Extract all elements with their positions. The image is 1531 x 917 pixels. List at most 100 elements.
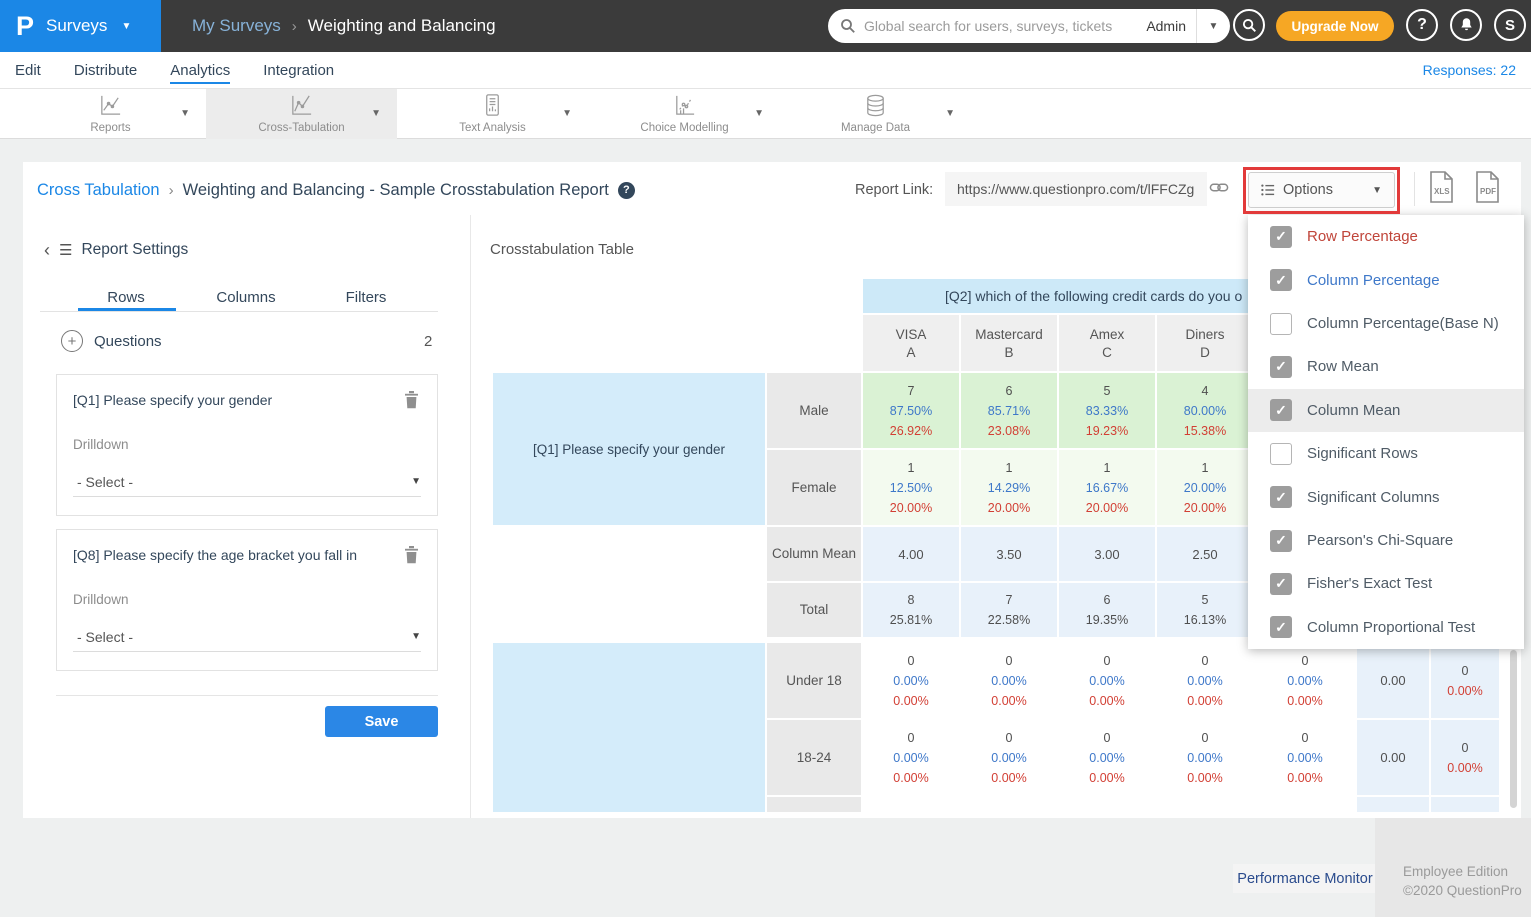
performance-monitor-link[interactable]: Performance Monitor [1233, 864, 1377, 893]
option-column-percentage[interactable]: Column Percentage [1248, 258, 1524, 301]
report-title: Weighting and Balancing - Sample Crossta… [183, 181, 609, 200]
toolbar-cross-tabulation[interactable]: Cross-Tabulation ▼ [206, 89, 397, 139]
table-cell: 3.00 [1059, 527, 1155, 581]
option-row-mean[interactable]: Row Mean [1248, 345, 1524, 388]
export-xls-button[interactable]: XLS [1428, 170, 1455, 204]
questions-count: 2 [424, 333, 432, 350]
delete-question-button[interactable] [404, 391, 419, 409]
survey-nav-bar: Edit Distribute Analytics Integration Re… [0, 52, 1531, 89]
upgrade-now-button[interactable]: Upgrade Now [1276, 11, 1394, 41]
questions-label: Questions [94, 333, 162, 350]
option-significant-columns[interactable]: Significant Columns [1248, 475, 1524, 518]
search-scope-dropdown[interactable]: ▼ [1196, 9, 1230, 43]
svg-text:PDF: PDF [1480, 187, 1496, 196]
save-button[interactable]: Save [325, 706, 438, 737]
table-cell: 00.00%0.00% [1059, 720, 1155, 795]
report-breadcrumb: Cross Tabulation › Weighting and Balanci… [37, 179, 635, 201]
row-header-under-18: Under 18 [767, 643, 861, 718]
search-submit-button[interactable] [1233, 9, 1265, 41]
toolbar-text-analysis[interactable]: Text Analysis ▼ [397, 89, 588, 139]
help-button[interactable]: ? [1406, 9, 1438, 41]
document-chart-icon [397, 93, 588, 118]
checkbox-unchecked[interactable] [1270, 443, 1292, 465]
tab-columns[interactable]: Columns [186, 289, 306, 306]
nav-tab-analytics[interactable]: Analytics [170, 52, 230, 88]
drilldown-select[interactable]: - Select - ▼ [73, 467, 421, 497]
breadcrumb-my-surveys[interactable]: My Surveys [192, 16, 281, 36]
table-cell: 619.35% [1059, 583, 1155, 637]
checkbox-unchecked[interactable] [1270, 313, 1292, 335]
options-button[interactable]: Options ▼ [1248, 172, 1395, 208]
table-cell: 722.58% [961, 583, 1057, 637]
chevron-down-icon[interactable]: ▼ [180, 108, 190, 119]
notifications-bell-button[interactable] [1450, 9, 1482, 41]
report-settings-title: Report Settings [81, 241, 188, 259]
toolbar-choice-modelling[interactable]: Choice Modelling ▼ [589, 89, 780, 139]
tab-rows[interactable]: Rows [66, 289, 186, 306]
report-link-url[interactable]: https://www.questionpro.com/t/lFFCZg [945, 172, 1207, 206]
checkbox-checked[interactable] [1270, 269, 1292, 291]
checkbox-checked[interactable] [1270, 486, 1292, 508]
row-header-male: Male [767, 373, 861, 448]
report-link-label: Report Link: [855, 182, 933, 198]
column-header-amex: AmexC [1059, 315, 1155, 371]
export-pdf-button[interactable]: PDF [1474, 170, 1501, 204]
tab-filters[interactable]: Filters [306, 289, 426, 306]
delete-question-button[interactable] [404, 546, 419, 564]
checkbox-checked[interactable] [1270, 226, 1292, 248]
option-significant-rows[interactable]: Significant Rows [1248, 432, 1524, 475]
option-row-percentage[interactable]: Row Percentage [1248, 215, 1524, 258]
table-cell: 583.33%19.23% [1059, 373, 1155, 448]
chevron-down-icon[interactable]: ▼ [371, 108, 381, 119]
help-icon[interactable]: ? [618, 182, 635, 199]
checkbox-checked[interactable] [1270, 573, 1292, 595]
chevron-down-icon: ▼ [121, 21, 131, 32]
global-search-input[interactable] [864, 18, 1136, 34]
collapse-chevron-icon[interactable]: ‹ [44, 241, 50, 259]
clipped-row-header [767, 797, 861, 812]
responses-count[interactable]: Responses: 22 [1423, 52, 1516, 88]
checkbox-checked[interactable] [1270, 616, 1292, 638]
nav-tab-integration[interactable]: Integration [263, 52, 334, 88]
checkbox-checked[interactable] [1270, 399, 1292, 421]
row-header-column-mean: Column Mean [767, 527, 861, 581]
product-switcher[interactable]: P Surveys ▼ [0, 0, 161, 52]
checkbox-checked[interactable] [1270, 356, 1292, 378]
breadcrumb-current-survey: Weighting and Balancing [308, 16, 496, 36]
table-scrollbar[interactable] [1510, 650, 1517, 808]
chevron-down-icon[interactable]: ▼ [562, 108, 572, 119]
row-header-total: Total [767, 583, 861, 637]
global-search[interactable]: Admin ▼ [828, 9, 1230, 43]
drilldown-select[interactable]: - Select - ▼ [73, 622, 421, 652]
user-avatar[interactable]: S [1494, 9, 1526, 41]
column-header-mastercard: MastercardB [961, 315, 1057, 371]
toolbar-manage-data[interactable]: Manage Data ▼ [780, 89, 971, 139]
chevron-down-icon: ▼ [1372, 185, 1382, 196]
nav-tab-distribute[interactable]: Distribute [74, 52, 137, 88]
table-cell: 114.29%20.00% [961, 450, 1057, 525]
settings-tabs: Rows Columns Filters [66, 283, 426, 311]
option-pearsons-chi-square[interactable]: Pearson's Chi-Square [1248, 519, 1524, 562]
chevron-down-icon[interactable]: ▼ [754, 108, 764, 119]
chevron-down-icon[interactable]: ▼ [945, 108, 955, 119]
option-column-mean[interactable]: Column Mean [1248, 389, 1524, 432]
table-cell: 516.13% [1157, 583, 1253, 637]
add-question-button[interactable]: + [61, 330, 83, 352]
table-cell: 3.50 [961, 527, 1057, 581]
table-cell: 00.00%0.00% [863, 643, 959, 718]
copy-link-icon[interactable] [1208, 180, 1230, 195]
top-bar: P Surveys ▼ My Surveys › Weighting and B… [0, 0, 1531, 52]
table-cell: 00.00%0.00% [863, 720, 959, 795]
report-settings-header[interactable]: ‹ ☰ Report Settings [44, 238, 188, 262]
nav-tab-edit[interactable]: Edit [15, 52, 41, 88]
list-icon [1261, 183, 1275, 197]
option-column-proportional-test[interactable]: Column Proportional Test [1248, 606, 1524, 649]
toolbar-reports[interactable]: Reports ▼ [15, 89, 206, 139]
option-column-percentage-base-n[interactable]: Column Percentage(Base N) [1248, 302, 1524, 345]
cross-tabulation-link[interactable]: Cross Tabulation [37, 181, 160, 200]
crosstab-table-title: Crosstabulation Table [490, 241, 634, 258]
checkbox-checked[interactable] [1270, 530, 1292, 552]
option-fishers-exact-test[interactable]: Fisher's Exact Test [1248, 562, 1524, 605]
row-header-female: Female [767, 450, 861, 525]
table-cell: 116.67%20.00% [1059, 450, 1155, 525]
